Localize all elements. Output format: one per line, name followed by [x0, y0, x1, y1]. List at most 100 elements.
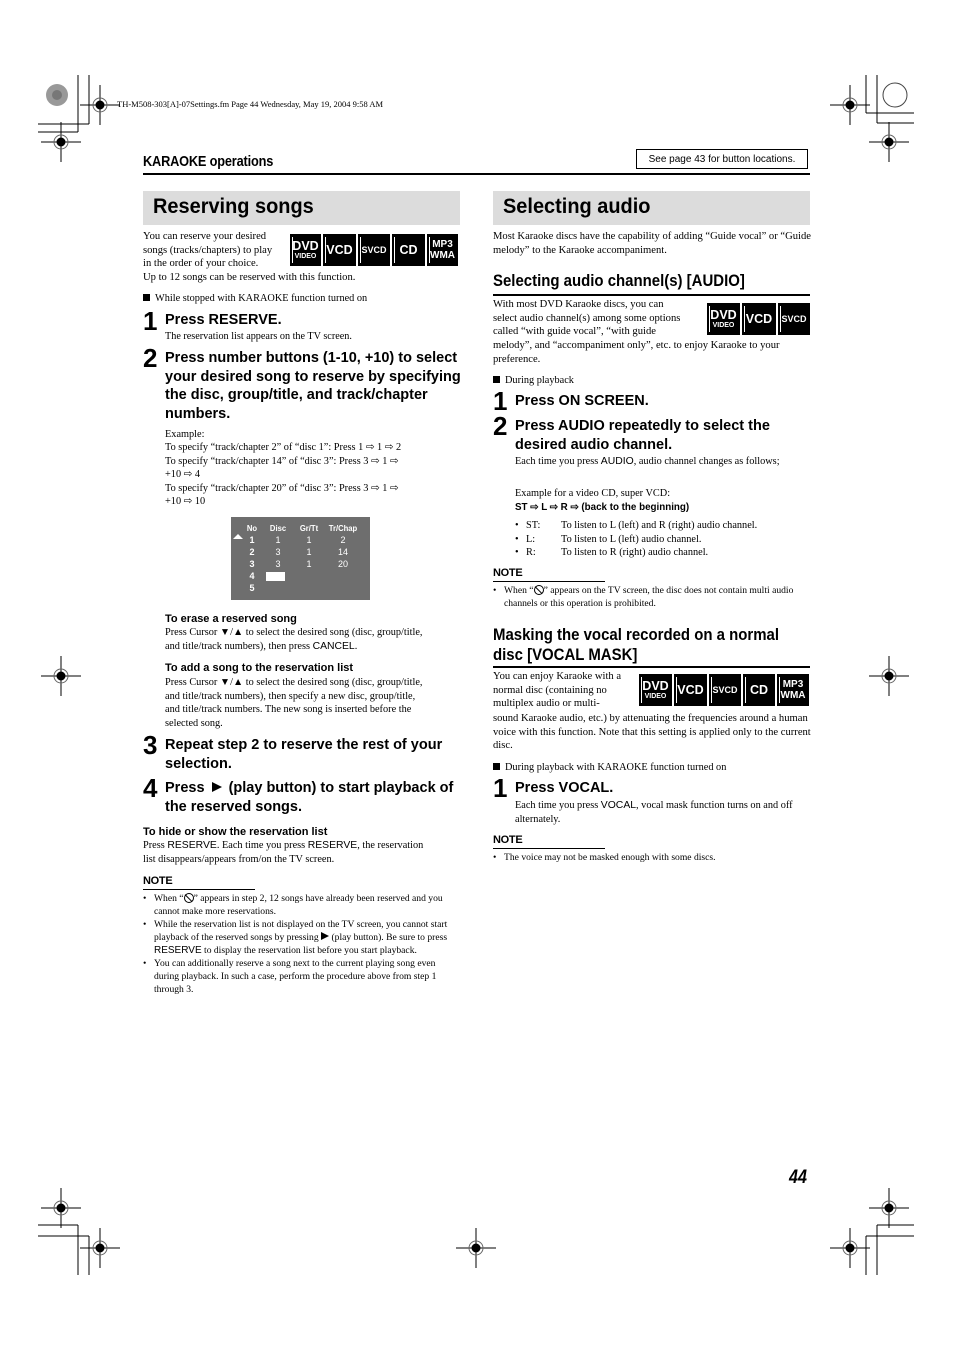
reserving-songs-heading: Reserving songs: [143, 191, 460, 225]
channel-list: • ST: To listen to L (left) and R (right) …: [515, 519, 810, 560]
vcd-icon: VCD: [674, 674, 707, 706]
note-list: The voice may not be masked enough with …: [493, 851, 811, 864]
prohibited-icon: [533, 585, 544, 595]
square-bullet-icon: [143, 294, 150, 301]
section-label: KARAOKE operations: [143, 153, 274, 170]
column-header: Gr/Tt: [299, 522, 319, 533]
file-info: TH-M508-303[A]-07Settings.fm Page 44 Wed…: [117, 99, 384, 109]
example-block: Example: To specify “track/chapter 2” of…: [165, 428, 465, 508]
text-line: and title/track numbers), then specify a…: [165, 690, 416, 702]
channel-desc: To listen to R (right) audio channel.: [561, 547, 709, 559]
registration-mark-icon: [869, 1188, 909, 1228]
channel-key: R:: [526, 547, 536, 559]
hide-show-text: Press RESERVE. Each time you press RESER…: [143, 839, 463, 866]
example-line: To specify “track/chapter 20” of “disc 3…: [165, 482, 399, 494]
channel-item: • ST: To listen to L (left) and R (right) …: [515, 520, 758, 531]
heading-line: disc [VOCAL MASK]: [493, 645, 638, 664]
disc-badges: DVD VIDEO VCD SVCD CD MP3 WMA: [639, 674, 809, 706]
audio-key: AUDIO: [600, 456, 634, 467]
note-item: While the reservation list is not displa…: [143, 918, 461, 957]
heading-line: Masking the vocal recorded on a normal: [493, 625, 779, 644]
intro-line: multiplex audio or multi-: [493, 698, 600, 709]
note-item: When “” appears in step 2, 12 songs have…: [143, 892, 461, 918]
erase-text: Press Cursor ▼/▲ to select the desired s…: [165, 626, 465, 653]
svcd-icon: SVCD: [709, 674, 741, 706]
erase-title: To erase a reserved song: [165, 613, 297, 625]
vocal-mask-intro-tail: sound Karaoke audio, etc.) by attenuatin…: [493, 713, 811, 751]
disc-badges: DVD VIDEO VCD SVCD: [707, 303, 810, 335]
condition: During playback with KARAOKE function tu…: [493, 761, 726, 775]
add-text: Press Cursor ▼/▲ to select the desired s…: [165, 676, 465, 730]
audio-channel-intro-tail: melody”, and “accompaniment only”, etc. …: [493, 340, 780, 365]
mp3-wma-icon: MP3 WMA: [777, 674, 809, 706]
text: When “: [154, 893, 184, 904]
channel-key: L:: [526, 533, 536, 545]
note-title: NOTE: [143, 875, 173, 887]
text: (play button). Be sure to press: [329, 932, 448, 943]
selecting-audio-intro: Most Karaoke discs have the capability o…: [493, 231, 811, 256]
step-number: 4: [143, 773, 158, 803]
seq-item: R: [560, 502, 568, 513]
heading-rule: [493, 294, 810, 296]
text: , audio channel changes as follows;: [633, 456, 780, 467]
example-line: To specify “track/chapter 14” of “disc 3…: [165, 455, 399, 467]
reservation-cell: [263, 582, 293, 594]
square-bullet-icon: [493, 376, 500, 383]
reservation-list-screen: No Disc Gr/Tt Tr/Chap 1 1 1 2 2 3 1 14 3 3 1 20 4 5: [231, 517, 370, 600]
reservation-row: 3 3 1 20: [241, 558, 361, 570]
channel-desc: To listen to L (left) and R (right) audi…: [561, 520, 758, 531]
text: Press: [165, 780, 205, 796]
reservation-cell: [293, 570, 325, 582]
text: When “: [504, 585, 534, 596]
intro-line: songs (tracks/chapters) to play: [143, 244, 273, 256]
text: ” appears in step 2, 12 songs have alrea…: [154, 893, 443, 917]
reservation-cell: [293, 582, 325, 594]
intro-line: You can reserve your desired: [143, 231, 267, 242]
column-header: No: [246, 522, 258, 533]
play-icon: [211, 782, 222, 792]
dvd-video-icon: DVD VIDEO: [707, 303, 740, 335]
reservation-cell: [325, 570, 361, 582]
text: to display the reservation list before y…: [201, 945, 417, 956]
cd-icon: CD: [392, 234, 425, 266]
play-icon: [321, 932, 330, 940]
registration-mark-icon: [80, 1228, 120, 1268]
reservation-table: No Disc Gr/Tt Tr/Chap 1 1 1 2 2 3 1 14 3 3 1 20 4 5: [241, 521, 361, 594]
heading-rule: [493, 666, 810, 668]
registration-mark-icon: [456, 1228, 496, 1268]
reservation-row: 5: [241, 582, 361, 594]
text-line: and title/track numbers. The new song is…: [165, 704, 412, 715]
reservation-cell: 3: [275, 547, 281, 557]
registration-mark-icon: [830, 85, 870, 125]
vcd-icon: VCD: [323, 234, 356, 266]
condition: While stopped with KARAOKE function turn…: [143, 292, 463, 306]
note-rule: [493, 848, 605, 849]
note-list: When “” appears in step 2, 12 songs have…: [143, 892, 461, 996]
reserve-key: RESERVE: [167, 840, 217, 851]
vocal-desc: Each time you press VOCAL, vocal mask fu…: [515, 799, 805, 826]
condition-text: During playback with KARAOKE function tu…: [505, 762, 727, 773]
step-number: 3: [143, 730, 158, 760]
vocal-mask-heading: Masking the vocal recorded on a normal d…: [493, 625, 779, 665]
square-bullet-icon: [493, 763, 500, 770]
registration-mark-icon: [41, 656, 81, 696]
step-text: Press RESERVE.: [165, 312, 282, 328]
registration-mark-icon: [830, 1228, 870, 1268]
step-text: Press ON SCREEN.: [515, 393, 649, 409]
step-number: 1: [143, 306, 158, 336]
step-number: 1: [493, 773, 508, 803]
see-page-note: See page 43 for button locations.: [636, 149, 808, 169]
intro-line: With most DVD Karaoke discs, you can: [493, 299, 664, 310]
input-cursor-box: [266, 572, 285, 581]
step-text: Press VOCAL.: [515, 780, 614, 796]
dvd-video-icon: DVD VIDEO: [290, 234, 321, 266]
example-label: Example:: [165, 429, 205, 440]
note-list: When “” appears on the TV screen, the di…: [493, 584, 811, 610]
reservation-cell: [325, 582, 361, 594]
text-line: selected song.: [165, 717, 223, 729]
reserving-intro: You can reserve your desired songs (trac…: [143, 230, 293, 271]
note-title: NOTE: [493, 567, 523, 579]
channel-desc: To listen to L (left) audio channel.: [561, 533, 702, 545]
step-number: 1: [493, 386, 508, 416]
dvd-video-icon: DVD VIDEO: [639, 674, 672, 706]
